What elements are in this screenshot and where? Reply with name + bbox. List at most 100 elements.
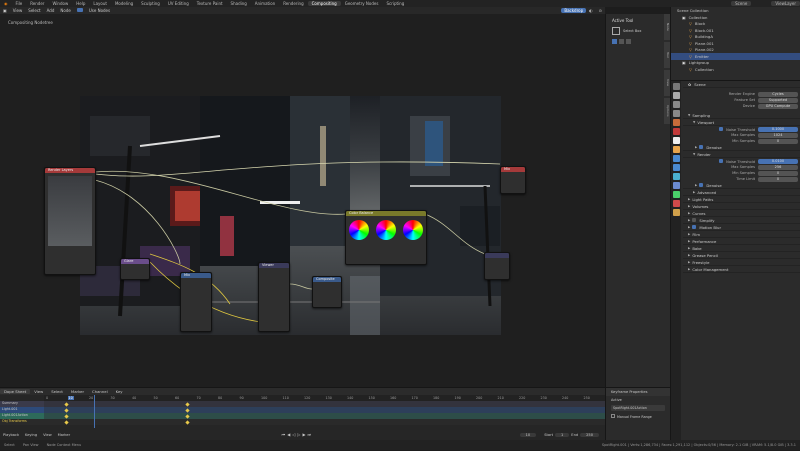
scene-icon[interactable] (672, 119, 680, 126)
editor-type-icon[interactable]: ▣ (0, 8, 10, 13)
outliner-root[interactable]: Scene Collection (677, 8, 709, 13)
menu-dopesheet-channel[interactable]: Channel (88, 389, 112, 394)
section-performance[interactable]: ▶ Performance (683, 238, 800, 245)
tab-scripting[interactable]: Scripting (382, 1, 408, 6)
overlay-icon[interactable]: ◐ (586, 8, 596, 13)
menu-render[interactable]: Render (26, 1, 48, 6)
manual-frame-range-checkbox[interactable]: Manual Frame Range (606, 412, 670, 421)
view-menu[interactable]: View (40, 433, 55, 437)
node-color-balance[interactable]: Color Balance (345, 210, 427, 265)
section-sampling[interactable]: ▼ Sampling (683, 112, 800, 119)
node-glare[interactable]: Glare (120, 258, 150, 280)
mode-new-icon[interactable] (612, 39, 617, 44)
tab-compositing[interactable]: Compositing (307, 1, 341, 6)
mode-subtract-icon[interactable] (626, 39, 631, 44)
menu-dopesheet-view[interactable]: View (30, 389, 47, 394)
keying-menu[interactable]: Keying (22, 433, 40, 437)
tab-uv-editing[interactable]: UV Editing (164, 1, 193, 6)
blender-logo-icon[interactable]: ◉ (0, 1, 12, 6)
time-limit-field[interactable]: 0 (758, 176, 798, 182)
menu-node[interactable]: Node (57, 8, 73, 13)
end-frame-field[interactable]: 250 (580, 432, 599, 437)
device-dropdown[interactable]: GPU Compute (758, 103, 798, 109)
output-icon[interactable] (672, 101, 680, 108)
node-render-layers[interactable]: Render Layers (44, 167, 96, 275)
node-mix-right[interactable]: Mix (500, 166, 526, 194)
section-simplify[interactable]: ▶ Simplify (683, 217, 800, 224)
node-composite[interactable]: Composite (312, 276, 342, 308)
tab-modeling[interactable]: Modeling (111, 1, 137, 6)
current-frame-field[interactable]: 10 (519, 432, 537, 437)
material-icon[interactable] (672, 200, 680, 207)
section-color-management[interactable]: ▶ Color Management (683, 266, 800, 273)
node-editor[interactable]: Compositing Nodetree Render Layers Glare… (0, 14, 605, 387)
physics-icon[interactable] (672, 173, 680, 180)
menu-file[interactable]: File (12, 1, 27, 6)
playhead[interactable] (94, 395, 95, 428)
section-bake[interactable]: ▶ Bake (683, 245, 800, 252)
dopesheet-mode-dropdown[interactable]: Dope Sheet (0, 389, 31, 394)
node-mix[interactable]: Mix (180, 272, 212, 332)
tab-animation[interactable]: Animation (251, 1, 279, 6)
constraints-icon[interactable] (672, 182, 680, 189)
select-box-icon[interactable] (612, 27, 620, 35)
tab-rendering[interactable]: Rendering (279, 1, 307, 6)
tab-sculpting[interactable]: Sculpting (137, 1, 164, 6)
channel-transforms[interactable]: Obj Transforms (0, 419, 44, 425)
gamma-color-wheel[interactable] (375, 220, 396, 240)
mode-extend-icon[interactable] (619, 39, 624, 44)
active-action-field[interactable]: SpotRight.001Action (611, 405, 665, 411)
keyframe-area[interactable] (44, 395, 605, 428)
section-volumes[interactable]: ▶ Volumes (683, 203, 800, 210)
tab-shading[interactable]: Shading (227, 1, 251, 6)
gain-color-wheel[interactable] (402, 220, 423, 240)
lift-color-wheel[interactable] (349, 220, 370, 240)
render-min-field[interactable]: 0 (758, 170, 798, 176)
object-icon[interactable] (672, 146, 680, 153)
tab-texture-paint[interactable]: Texture Paint (193, 1, 227, 6)
render-max-field[interactable]: 256 (758, 164, 798, 170)
section-curves[interactable]: ▶ Curves (683, 210, 800, 217)
section-render[interactable]: ▼ Render (683, 151, 800, 158)
viewport-max-field[interactable]: 1024 (758, 132, 798, 138)
section-viewport[interactable]: ▼ Viewport (683, 119, 800, 126)
menu-dopesheet-marker[interactable]: Marker (67, 389, 88, 394)
section-freestyle[interactable]: ▶ Freestyle (683, 259, 800, 266)
viewport-min-field[interactable]: 0 (758, 138, 798, 144)
active-tool-row[interactable]: Select Box (606, 27, 670, 35)
tab-geometry-nodes[interactable]: Geometry Nodes (341, 1, 383, 6)
menu-window[interactable]: Window (48, 1, 72, 6)
menu-dopesheet-select[interactable]: Select (47, 389, 67, 394)
menu-select[interactable]: Select (25, 8, 43, 13)
section-motion-blur[interactable]: ▶ Motion Blur (683, 224, 800, 231)
snap-icon[interactable]: ⊙ (596, 8, 605, 13)
menu-view[interactable]: View (10, 8, 26, 13)
menu-add[interactable]: Add (44, 8, 58, 13)
use-nodes-checkbox[interactable]: Use Nodes (74, 8, 116, 13)
marker-menu[interactable]: Marker (55, 433, 73, 437)
node-viewer[interactable]: Viewer (258, 262, 290, 332)
modifier-icon[interactable] (672, 155, 680, 162)
particles-icon[interactable] (672, 164, 680, 171)
feature-set-dropdown[interactable]: Supported (758, 97, 798, 103)
section-viewport-denoise[interactable]: ▶ Denoise (683, 144, 800, 151)
tool-icon[interactable] (672, 83, 680, 90)
scene-selector[interactable]: Scene (731, 1, 752, 6)
section-advanced[interactable]: ▶ Advanced (683, 189, 800, 196)
section-film[interactable]: ▶ Film (683, 231, 800, 238)
section-grease-pencil[interactable]: ▶ Grease Pencil (683, 252, 800, 259)
menu-dopesheet-key[interactable]: Key (112, 389, 127, 394)
section-light-paths[interactable]: ▶ Light Paths (683, 196, 800, 203)
tab-layout[interactable]: Layout (89, 1, 111, 6)
view-layer-selector[interactable]: ViewLayer (771, 1, 800, 6)
render-engine-dropdown[interactable]: Cycles (758, 91, 798, 97)
backdrop-button[interactable]: Backdrop (561, 8, 587, 13)
section-render-denoise[interactable]: ▶ Denoise (683, 182, 800, 189)
collection-icon[interactable] (672, 137, 680, 144)
viewport-noise-field[interactable]: 0.1000 (758, 126, 798, 132)
data-icon[interactable] (672, 191, 680, 198)
world-icon[interactable] (672, 128, 680, 135)
render-noise-field[interactable]: 0.0100 (758, 158, 798, 164)
jump-end-icon[interactable]: ⏭ (307, 432, 313, 437)
texture-icon[interactable] (672, 209, 680, 216)
